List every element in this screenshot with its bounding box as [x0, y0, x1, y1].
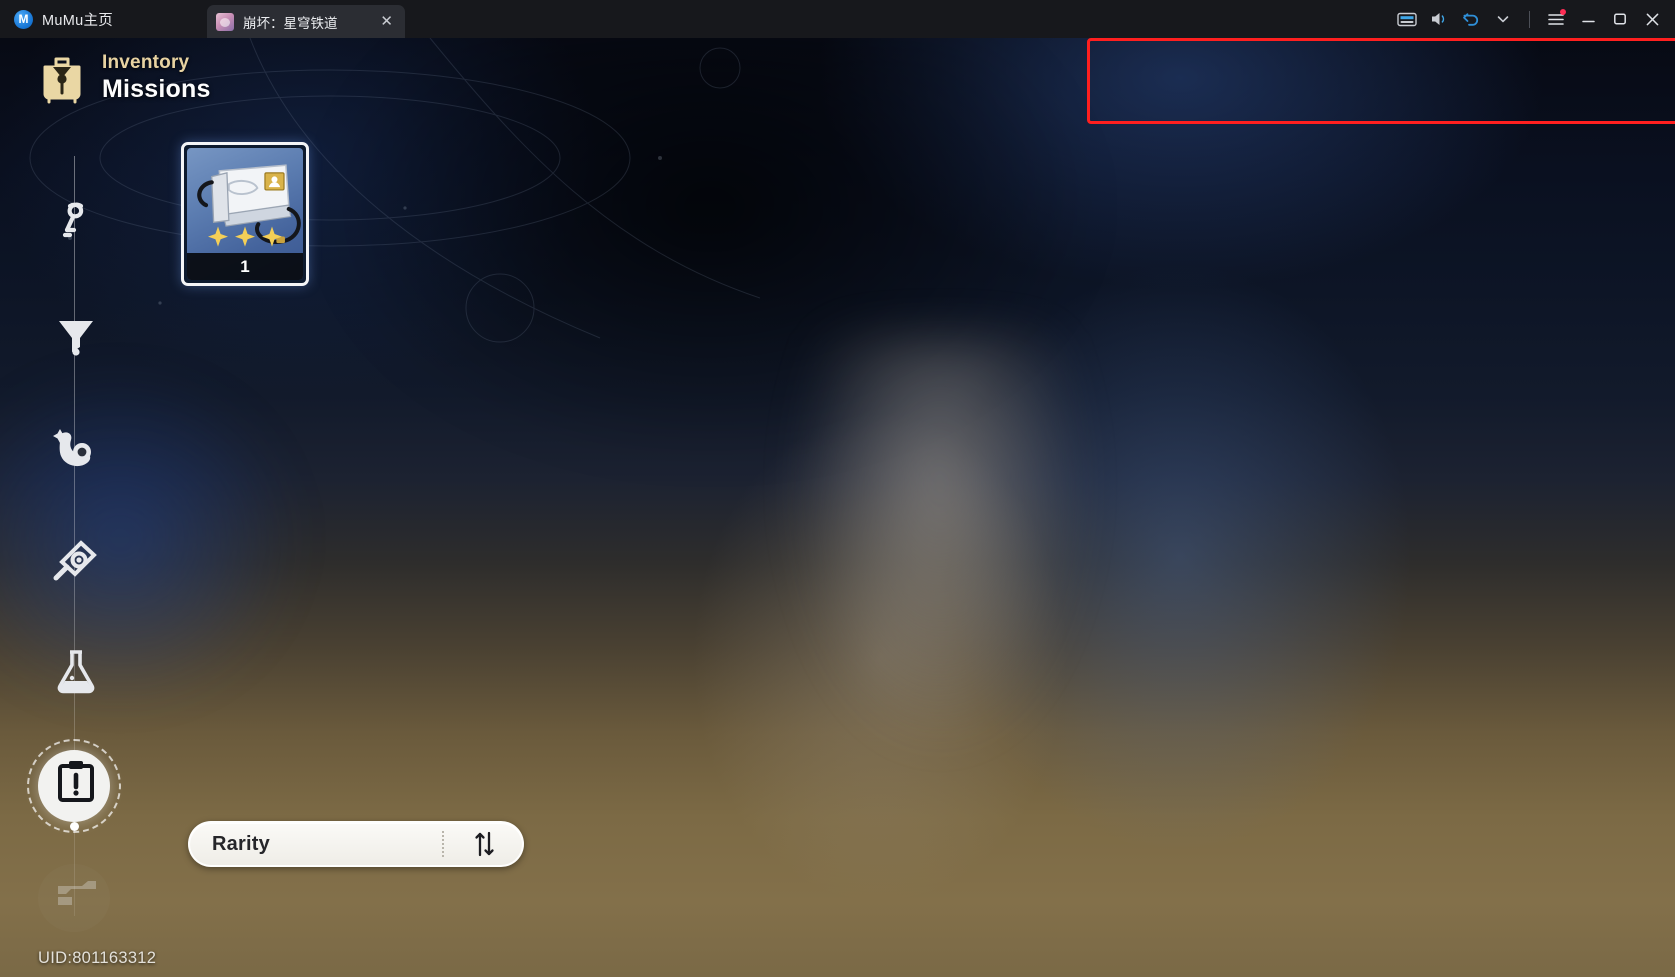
sort-dropdown[interactable]: Rarity: [188, 821, 524, 867]
toolbar-divider: [1529, 10, 1530, 28]
rail-node-dot: [70, 822, 79, 831]
emulator-home-tab[interactable]: M MuMu主页: [0, 0, 113, 38]
sidebar-item-other[interactable]: [0, 838, 152, 950]
game-tab[interactable]: 崩坏：星穹铁道 ✕: [207, 5, 405, 38]
sidebar-item-light-cones[interactable]: [0, 502, 152, 614]
game-tab-icon: [216, 12, 234, 31]
emulator-titlebar: M MuMu主页 崩坏：星穹铁道 ✕: [0, 0, 1675, 38]
funnel-icon: [59, 321, 93, 356]
sort-arrows-icon[interactable]: [470, 829, 522, 859]
sidebar-item-consumables[interactable]: [0, 614, 152, 726]
chevron-down-icon[interactable]: [1488, 4, 1518, 34]
item-count-bar: 1: [187, 253, 303, 280]
key-icon: [62, 202, 84, 238]
close-icon[interactable]: [1637, 4, 1667, 34]
inventory-label: Inventory: [102, 52, 190, 74]
menu-icon[interactable]: [1541, 4, 1571, 34]
sidebar-item-upgrade-materials[interactable]: [0, 166, 152, 278]
backpack-icon: [43, 57, 81, 104]
rarity-stars: [187, 224, 303, 250]
sidebar-item-light-cone-materials[interactable]: [0, 278, 152, 390]
inventory-header: Inventory Missions: [38, 52, 211, 104]
item-card-inner: 1: [187, 148, 303, 280]
sort-label: Rarity: [212, 832, 270, 855]
flask-icon: [57, 650, 95, 694]
back-arrow-icon[interactable]: [1456, 4, 1486, 34]
light-cone-icon: [53, 540, 97, 581]
game-viewport: Inventory Missions UID:801163312 1 Rarit…: [0, 38, 1675, 977]
emulator-app-name: MuMu主页: [42, 12, 114, 29]
sidebar-item-missions[interactable]: [0, 726, 152, 838]
item-card-space-station-permit[interactable]: 1: [181, 142, 309, 286]
minimize-icon[interactable]: [1573, 4, 1603, 34]
relic-icon: [53, 429, 91, 467]
game-tab-close-icon[interactable]: ✕: [377, 12, 396, 31]
emulator-toolbar: [1392, 0, 1667, 38]
page-title: Missions: [102, 75, 211, 104]
clipboard-icon: [58, 761, 94, 802]
left-sidebar: Inventory Missions UID:801163312: [0, 38, 210, 977]
background-center-glow: [790, 338, 1090, 758]
keyboard-icon[interactable]: [1392, 4, 1422, 34]
item-detail-panel: 172043 331 +: [1076, 38, 1675, 977]
box-icon: [58, 881, 96, 905]
player-uid: UID:801163312: [38, 949, 157, 967]
mumu-logo-letter: M: [18, 12, 29, 26]
mumu-logo-icon: M: [14, 9, 33, 29]
volume-icon[interactable]: [1424, 4, 1454, 34]
item-count: 1: [240, 256, 250, 276]
game-tab-title: 崩坏：星穹铁道: [243, 15, 338, 31]
menu-notification-dot: [1560, 9, 1566, 15]
sidebar-item-relics[interactable]: [0, 390, 152, 502]
maximize-icon[interactable]: [1605, 4, 1635, 34]
sidebar-nav: [0, 166, 152, 950]
sort-divider: [442, 831, 444, 857]
